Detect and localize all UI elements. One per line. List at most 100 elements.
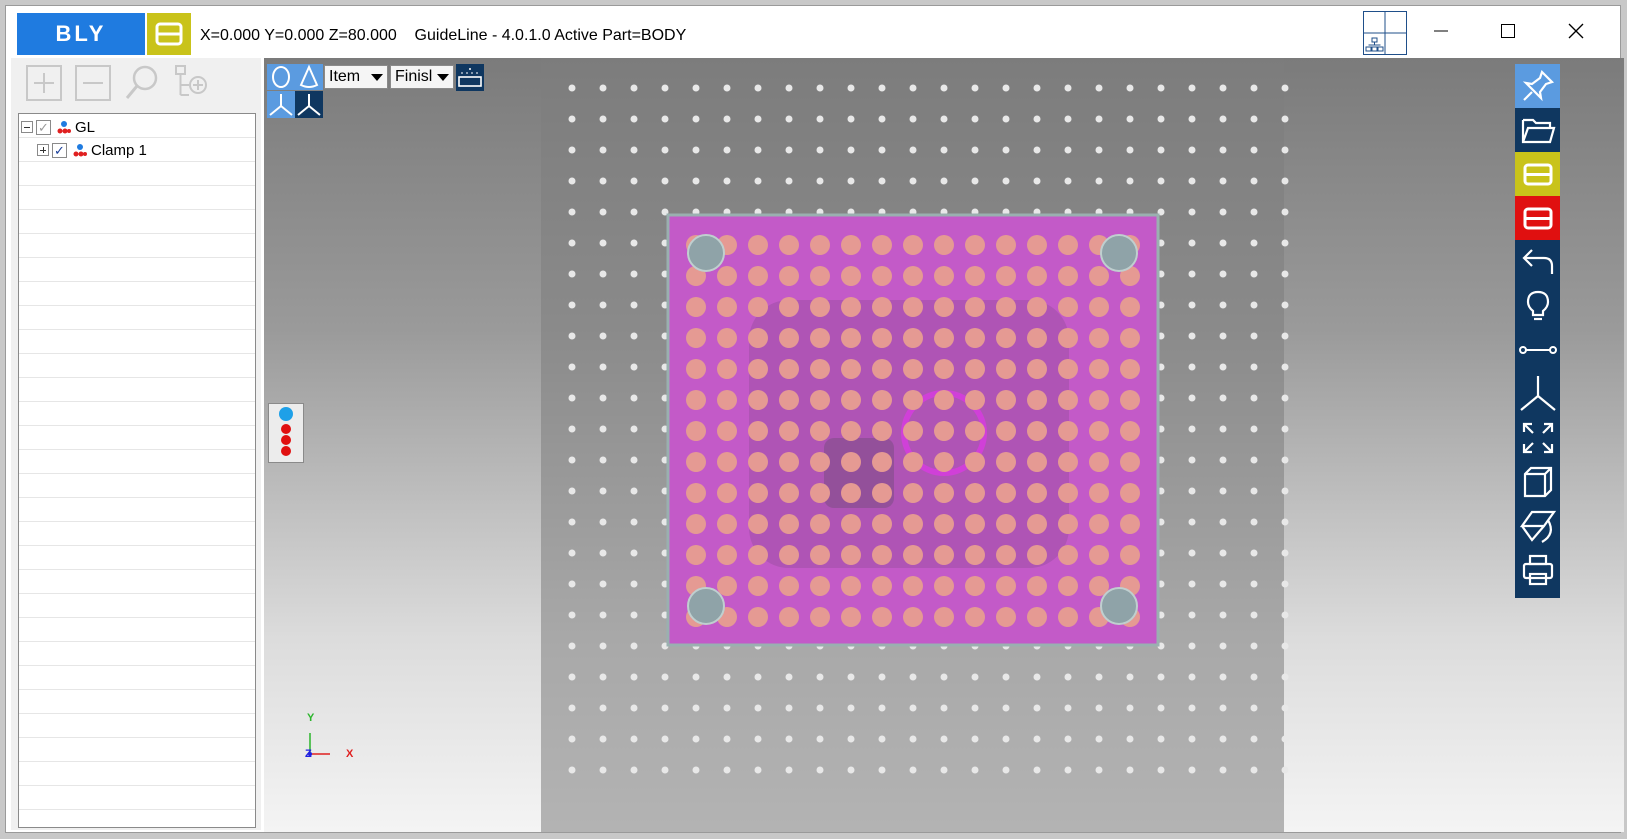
axis-button[interactable] (1515, 372, 1560, 416)
grid-hole (723, 704, 731, 712)
grid-hole (1219, 766, 1227, 774)
mode-select[interactable]: Item (324, 65, 388, 89)
minimize-button[interactable] (1411, 16, 1471, 46)
rotate-view-button[interactable] (1515, 504, 1560, 548)
grid-hole (568, 84, 576, 92)
undo-button[interactable] (1515, 240, 1560, 284)
locator-ball (717, 297, 737, 317)
grid-hole (568, 766, 576, 774)
grid-hole (568, 580, 576, 588)
grid-hole (940, 146, 948, 154)
locator-ball (1027, 514, 1047, 534)
tree-item-clamp-1[interactable]: ✓ Clamp 1 (37, 139, 147, 161)
grid-hole (1033, 735, 1041, 743)
fit-extent-button[interactable] (1515, 416, 1560, 460)
remove-icon (75, 65, 111, 101)
grid-hole (847, 146, 855, 154)
grid-hole (630, 270, 638, 278)
grid-hole (1064, 704, 1072, 712)
locator-ball (810, 266, 830, 286)
grid-hole (630, 766, 638, 774)
locator-ball (841, 359, 861, 379)
locator-ball (934, 359, 954, 379)
locator-ball (1120, 545, 1140, 565)
locator-ball (748, 359, 768, 379)
tree-item-gl[interactable]: ✓ GL (21, 116, 95, 138)
grid-hole (1188, 425, 1196, 433)
add-button[interactable] (24, 63, 64, 103)
grid-hole (661, 735, 669, 743)
finish-select-value: Finisl (395, 68, 433, 85)
tree-checkbox[interactable]: ✓ (52, 142, 67, 158)
locator-ball (810, 483, 830, 503)
grid-hole (568, 270, 576, 278)
locator-ball (841, 297, 861, 317)
grid-hole (568, 394, 576, 402)
remove-button[interactable] (73, 63, 113, 103)
open-folder-button[interactable] (1515, 108, 1560, 152)
grid-hole (599, 518, 607, 526)
grid-hole (599, 270, 607, 278)
grid-hole (692, 673, 700, 681)
lightbulb-button[interactable] (1515, 284, 1560, 328)
locator-ball (1058, 483, 1078, 503)
tree-view-button[interactable] (1363, 11, 1407, 55)
grid-hole (1095, 146, 1103, 154)
tree-checkbox[interactable]: ✓ (36, 119, 51, 135)
b-yellow-icon (1523, 163, 1552, 186)
pin-button[interactable] (1515, 64, 1560, 108)
locator-ball (996, 266, 1016, 286)
locator-ball (748, 452, 768, 472)
grid-hole (599, 487, 607, 495)
grid-hole (568, 642, 576, 650)
ball-selector[interactable] (268, 403, 304, 463)
search-button[interactable] (122, 63, 162, 103)
locator-ball (748, 607, 768, 627)
grid-hole (1281, 239, 1289, 247)
grid-hole (816, 735, 824, 743)
hierarchy-icon (1364, 12, 1406, 54)
b-yellow-button[interactable] (1515, 152, 1560, 196)
measure-button[interactable] (1515, 328, 1560, 372)
grid-hole (1033, 177, 1041, 185)
grid-hole (1250, 549, 1258, 557)
finish-select[interactable]: Finisl (390, 65, 454, 89)
grid-toggle-button[interactable] (456, 64, 484, 91)
locator-ball (965, 235, 985, 255)
grid-hole (1188, 766, 1196, 774)
expand-toggle[interactable] (37, 144, 49, 156)
locator-ball (810, 297, 830, 317)
grid-hole (1219, 611, 1227, 619)
locator-ball (1089, 390, 1109, 410)
scene-canvas[interactable] (264, 58, 1624, 832)
maximize-button[interactable] (1478, 16, 1538, 46)
grid-hole (599, 363, 607, 371)
grid-hole (754, 146, 762, 154)
collapse-toggle[interactable] (21, 121, 33, 133)
axis-view-button-1[interactable] (267, 91, 295, 118)
grid-hole (599, 642, 607, 650)
locator-ball (903, 483, 923, 503)
box-view-button[interactable] (1515, 460, 1560, 504)
search-icon (125, 65, 158, 99)
close-button[interactable] (1546, 16, 1606, 46)
shading-button[interactable] (267, 64, 295, 90)
grid-hole (692, 177, 700, 185)
print-button[interactable] (1515, 548, 1560, 592)
locator-ball (965, 359, 985, 379)
grid-hole (878, 766, 886, 774)
tree-add-button[interactable] (171, 63, 211, 103)
cone-button[interactable] (295, 64, 323, 90)
locator-ball (965, 328, 985, 348)
locator-ball (934, 390, 954, 410)
b-red-button[interactable] (1515, 196, 1560, 240)
grid-hole (785, 673, 793, 681)
locator-ball (996, 359, 1016, 379)
grid-hole (1188, 735, 1196, 743)
3d-viewport[interactable]: Item Finisl Y X Z (264, 58, 1624, 832)
locator-ball (686, 328, 706, 348)
grid-hole (1033, 766, 1041, 774)
locator-ball (717, 452, 737, 472)
grid-hole (599, 425, 607, 433)
axis-view-button-2[interactable] (295, 91, 323, 118)
